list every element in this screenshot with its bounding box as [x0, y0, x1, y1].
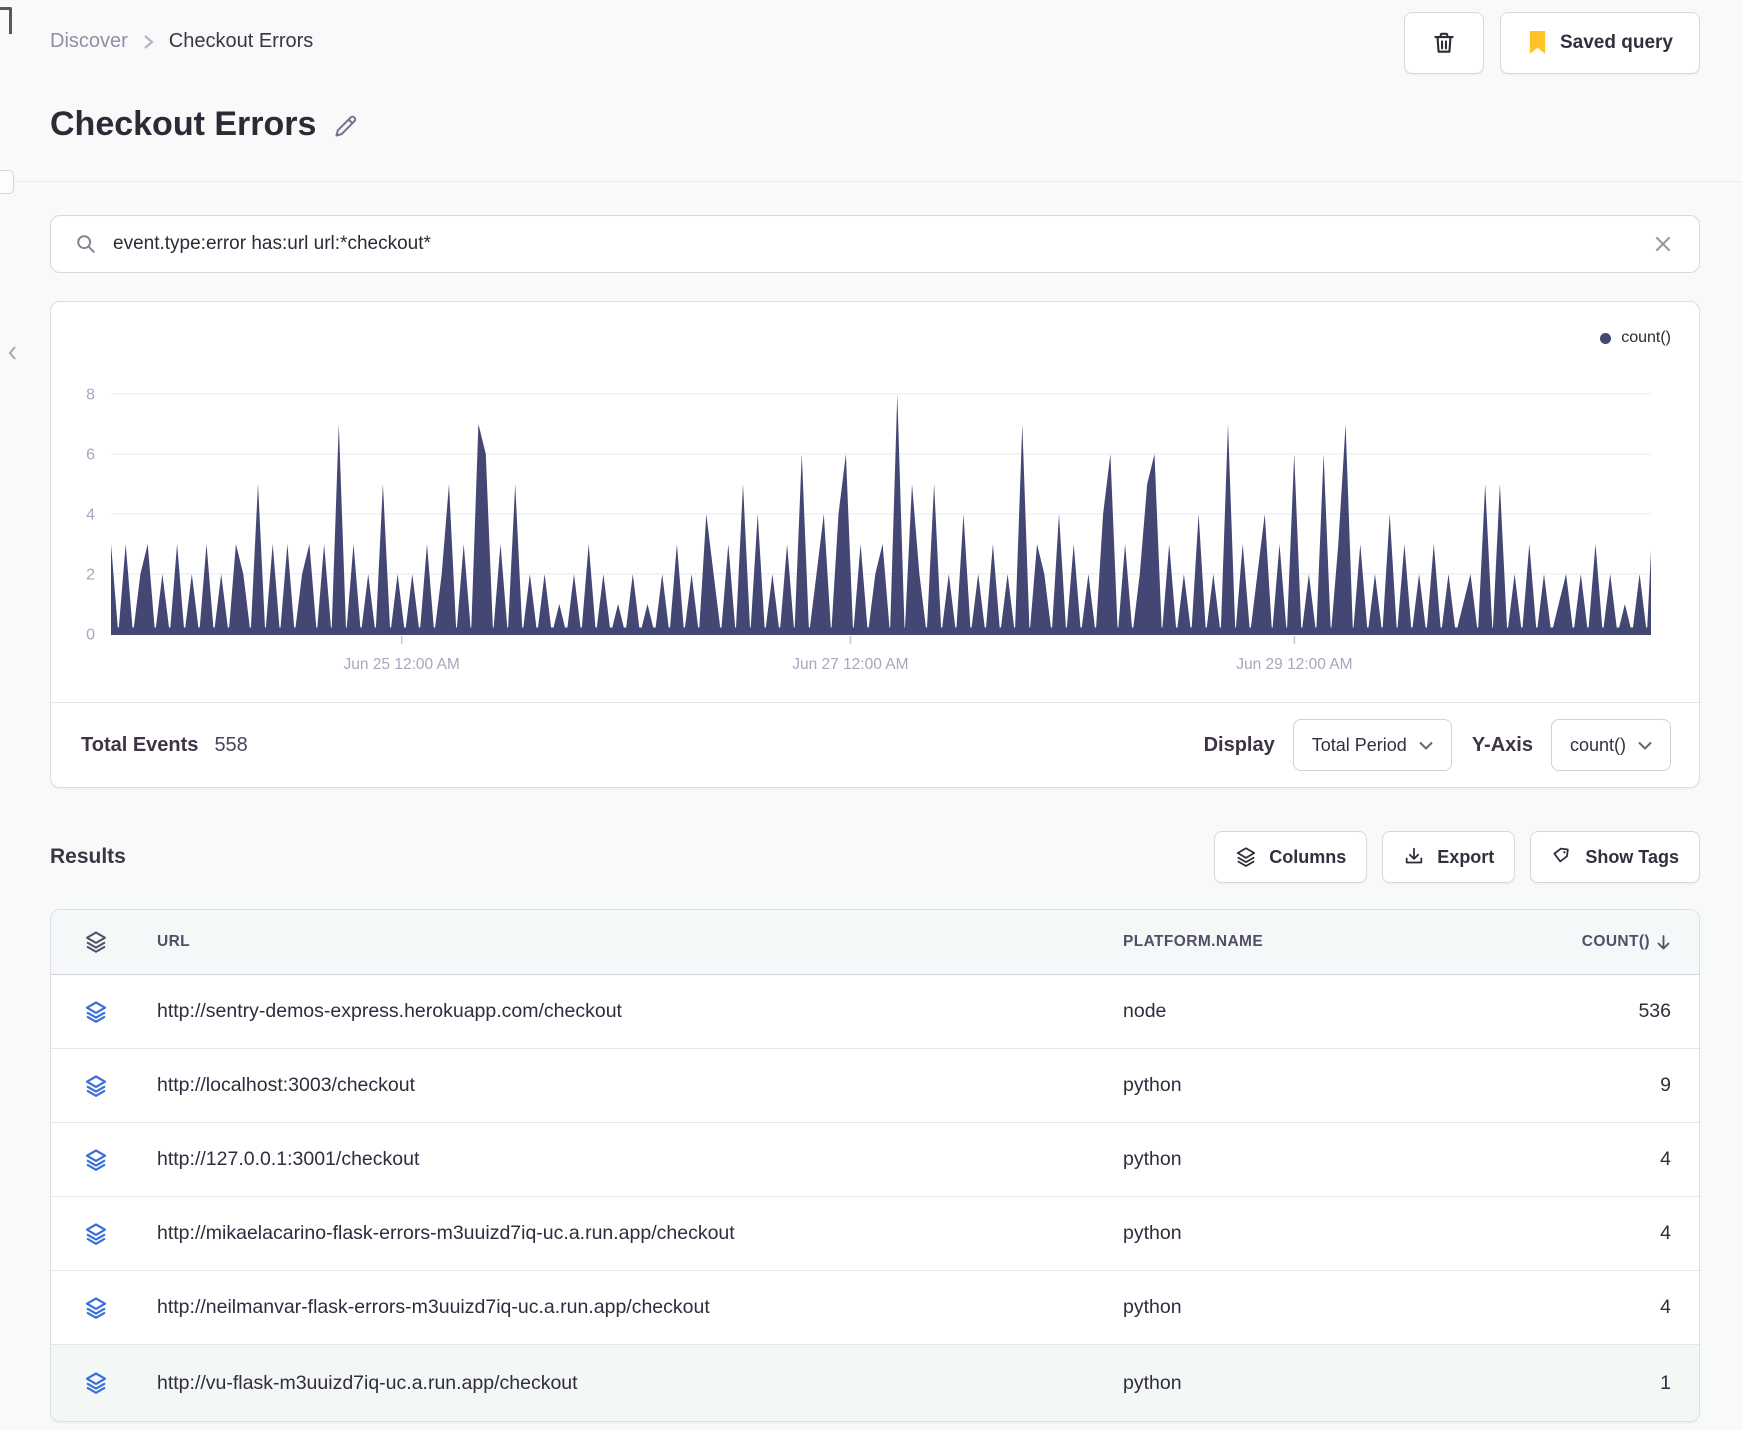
search-bar	[50, 215, 1700, 273]
results-table-body: http://sentry-demos-express.herokuapp.co…	[51, 975, 1699, 1421]
yaxis-dropdown-value: count()	[1569, 734, 1626, 755]
column-header-platform[interactable]: PLATFORM.NAME	[1123, 933, 1463, 951]
search-input[interactable]	[111, 232, 1653, 256]
legend-label: count()	[1621, 329, 1671, 346]
platform-cell: node	[1123, 1000, 1167, 1022]
bookmark-icon	[1527, 31, 1548, 55]
chart-legend[interactable]: count()	[51, 328, 1671, 348]
table-row[interactable]: http://neilmanvar-flask-errors-m3uuizd7i…	[51, 1271, 1699, 1345]
window-edge-artifact	[0, 7, 12, 34]
stack-icon[interactable]	[84, 1222, 108, 1246]
chart-footer: Total Events 558 Display Total Period Y-…	[51, 702, 1699, 787]
toolbar-actions: Saved query	[1404, 12, 1700, 74]
sidebar-collapse-icon[interactable]	[6, 345, 20, 361]
export-button[interactable]: Export	[1382, 831, 1516, 883]
chart-svg: 0 2 4 6 8 Jun 25 12:00 AM Jun 27 12:00 AM Jun 2…	[86, 387, 1691, 673]
total-events-value: 558	[214, 733, 248, 756]
svg-text:8: 8	[86, 387, 95, 404]
table-header: URL PLATFORM.NAME COUNT()	[51, 910, 1699, 975]
sort-desc-icon	[1656, 934, 1671, 951]
legend-dot	[1600, 332, 1612, 344]
events-chart[interactable]: 0 2 4 6 8 Jun 25 12:00 AM Jun 27 12:00 AM Jun 2…	[61, 380, 1691, 680]
stack-icon[interactable]	[84, 1074, 108, 1098]
saved-query-button[interactable]: Saved query	[1500, 12, 1700, 74]
platform-cell: python	[1123, 1296, 1182, 1318]
clear-search-icon[interactable]	[1653, 234, 1673, 254]
platform-cell: python	[1123, 1222, 1182, 1244]
show-tags-button[interactable]: Show Tags	[1530, 831, 1700, 883]
panel-resize-handle[interactable]	[0, 170, 14, 194]
table-row[interactable]: http://localhost:3003/checkout python 9	[51, 1049, 1699, 1123]
title-row: Checkout Errors	[50, 100, 1700, 148]
total-events-label: Total Events	[81, 733, 199, 756]
show-tags-button-label: Show Tags	[1585, 846, 1679, 867]
count-cell: 9	[1660, 1074, 1671, 1096]
svg-text:Jun 25 12:00 AM: Jun 25 12:00 AM	[344, 656, 460, 673]
svg-text:4: 4	[86, 507, 95, 524]
yaxis-dropdown[interactable]: count()	[1550, 719, 1671, 771]
url-cell: http://localhost:3003/checkout	[157, 1074, 416, 1096]
url-cell: http://mikaelacarino-flask-errors-m3uuiz…	[157, 1222, 735, 1244]
yaxis-label: Y-Axis	[1471, 733, 1533, 756]
url-cell: http://127.0.0.1:3001/checkout	[157, 1148, 420, 1170]
results-table: URL PLATFORM.NAME COUNT() http://sentry-…	[50, 909, 1700, 1422]
count-cell: 4	[1660, 1296, 1671, 1318]
top-bar: Discover Checkout Errors Saved query	[50, 0, 1700, 74]
total-events: Total Events 558	[81, 734, 248, 757]
table-row[interactable]: http://vu-flask-m3uuizd7iq-uc.a.run.app/…	[51, 1345, 1699, 1421]
column-header-url[interactable]: URL	[141, 933, 1123, 951]
table-row[interactable]: http://sentry-demos-express.herokuapp.co…	[51, 975, 1699, 1049]
chevron-down-icon	[1419, 741, 1433, 750]
columns-stack-icon	[1235, 846, 1257, 868]
platform-cell: python	[1123, 1148, 1182, 1170]
export-button-label: Export	[1437, 846, 1495, 867]
column-header-count[interactable]: COUNT()	[1463, 933, 1699, 951]
chevron-down-icon	[1638, 741, 1652, 750]
columns-button[interactable]: Columns	[1214, 831, 1368, 883]
results-header: Results Columns Export Show Tags	[50, 831, 1700, 883]
url-cell: http://neilmanvar-flask-errors-m3uuizd7i…	[157, 1296, 710, 1318]
display-dropdown[interactable]: Total Period	[1292, 719, 1452, 771]
page-title: Checkout Errors	[50, 105, 317, 143]
stack-icon[interactable]	[84, 1296, 108, 1320]
count-cell: 4	[1660, 1148, 1671, 1170]
chevron-right-icon	[142, 33, 155, 51]
tag-icon	[1551, 846, 1573, 868]
edit-pencil-icon[interactable]	[332, 113, 359, 140]
table-row[interactable]: http://mikaelacarino-flask-errors-m3uuiz…	[51, 1197, 1699, 1271]
results-heading: Results	[50, 845, 126, 868]
saved-query-label: Saved query	[1560, 32, 1673, 53]
url-cell: http://sentry-demos-express.herokuapp.co…	[157, 1000, 622, 1022]
header-divider	[0, 181, 1742, 182]
breadcrumb: Discover Checkout Errors	[50, 30, 313, 53]
count-cell: 1	[1660, 1371, 1671, 1394]
search-icon	[75, 233, 97, 255]
breadcrumb-current: Checkout Errors	[168, 30, 314, 52]
count-cell: 536	[1638, 1000, 1671, 1022]
download-icon	[1403, 846, 1425, 868]
url-cell: http://vu-flask-m3uuizd7iq-uc.a.run.app/…	[157, 1371, 578, 1394]
svg-text:0: 0	[86, 627, 95, 644]
svg-text:6: 6	[86, 447, 95, 464]
platform-cell: python	[1123, 1371, 1182, 1394]
stack-icon[interactable]	[84, 1000, 108, 1024]
svg-text:2: 2	[86, 567, 95, 584]
stack-icon[interactable]	[84, 1371, 108, 1395]
delete-query-button[interactable]	[1404, 12, 1484, 74]
svg-text:Jun 29 12:00 AM: Jun 29 12:00 AM	[1236, 656, 1352, 673]
columns-button-label: Columns	[1269, 846, 1347, 867]
count-cell: 4	[1660, 1222, 1671, 1244]
platform-cell: python	[1123, 1074, 1182, 1096]
table-row[interactable]: http://127.0.0.1:3001/checkout python 4	[51, 1123, 1699, 1197]
display-label: Display	[1203, 733, 1275, 756]
chart-panel: count() 0 2 4 6 8 Jun 25 12:00 AM Jun 27 12:00…	[50, 301, 1700, 788]
svg-text:Jun 27 12:00 AM: Jun 27 12:00 AM	[792, 656, 908, 673]
trash-icon	[1431, 30, 1457, 56]
stack-icon[interactable]	[84, 930, 108, 954]
discover-page: { "breadcrumb": { "parent": "Discover", …	[0, 0, 1742, 1430]
display-dropdown-value: Total Period	[1311, 734, 1407, 755]
breadcrumb-discover[interactable]: Discover	[50, 30, 128, 53]
stack-icon[interactable]	[84, 1148, 108, 1172]
